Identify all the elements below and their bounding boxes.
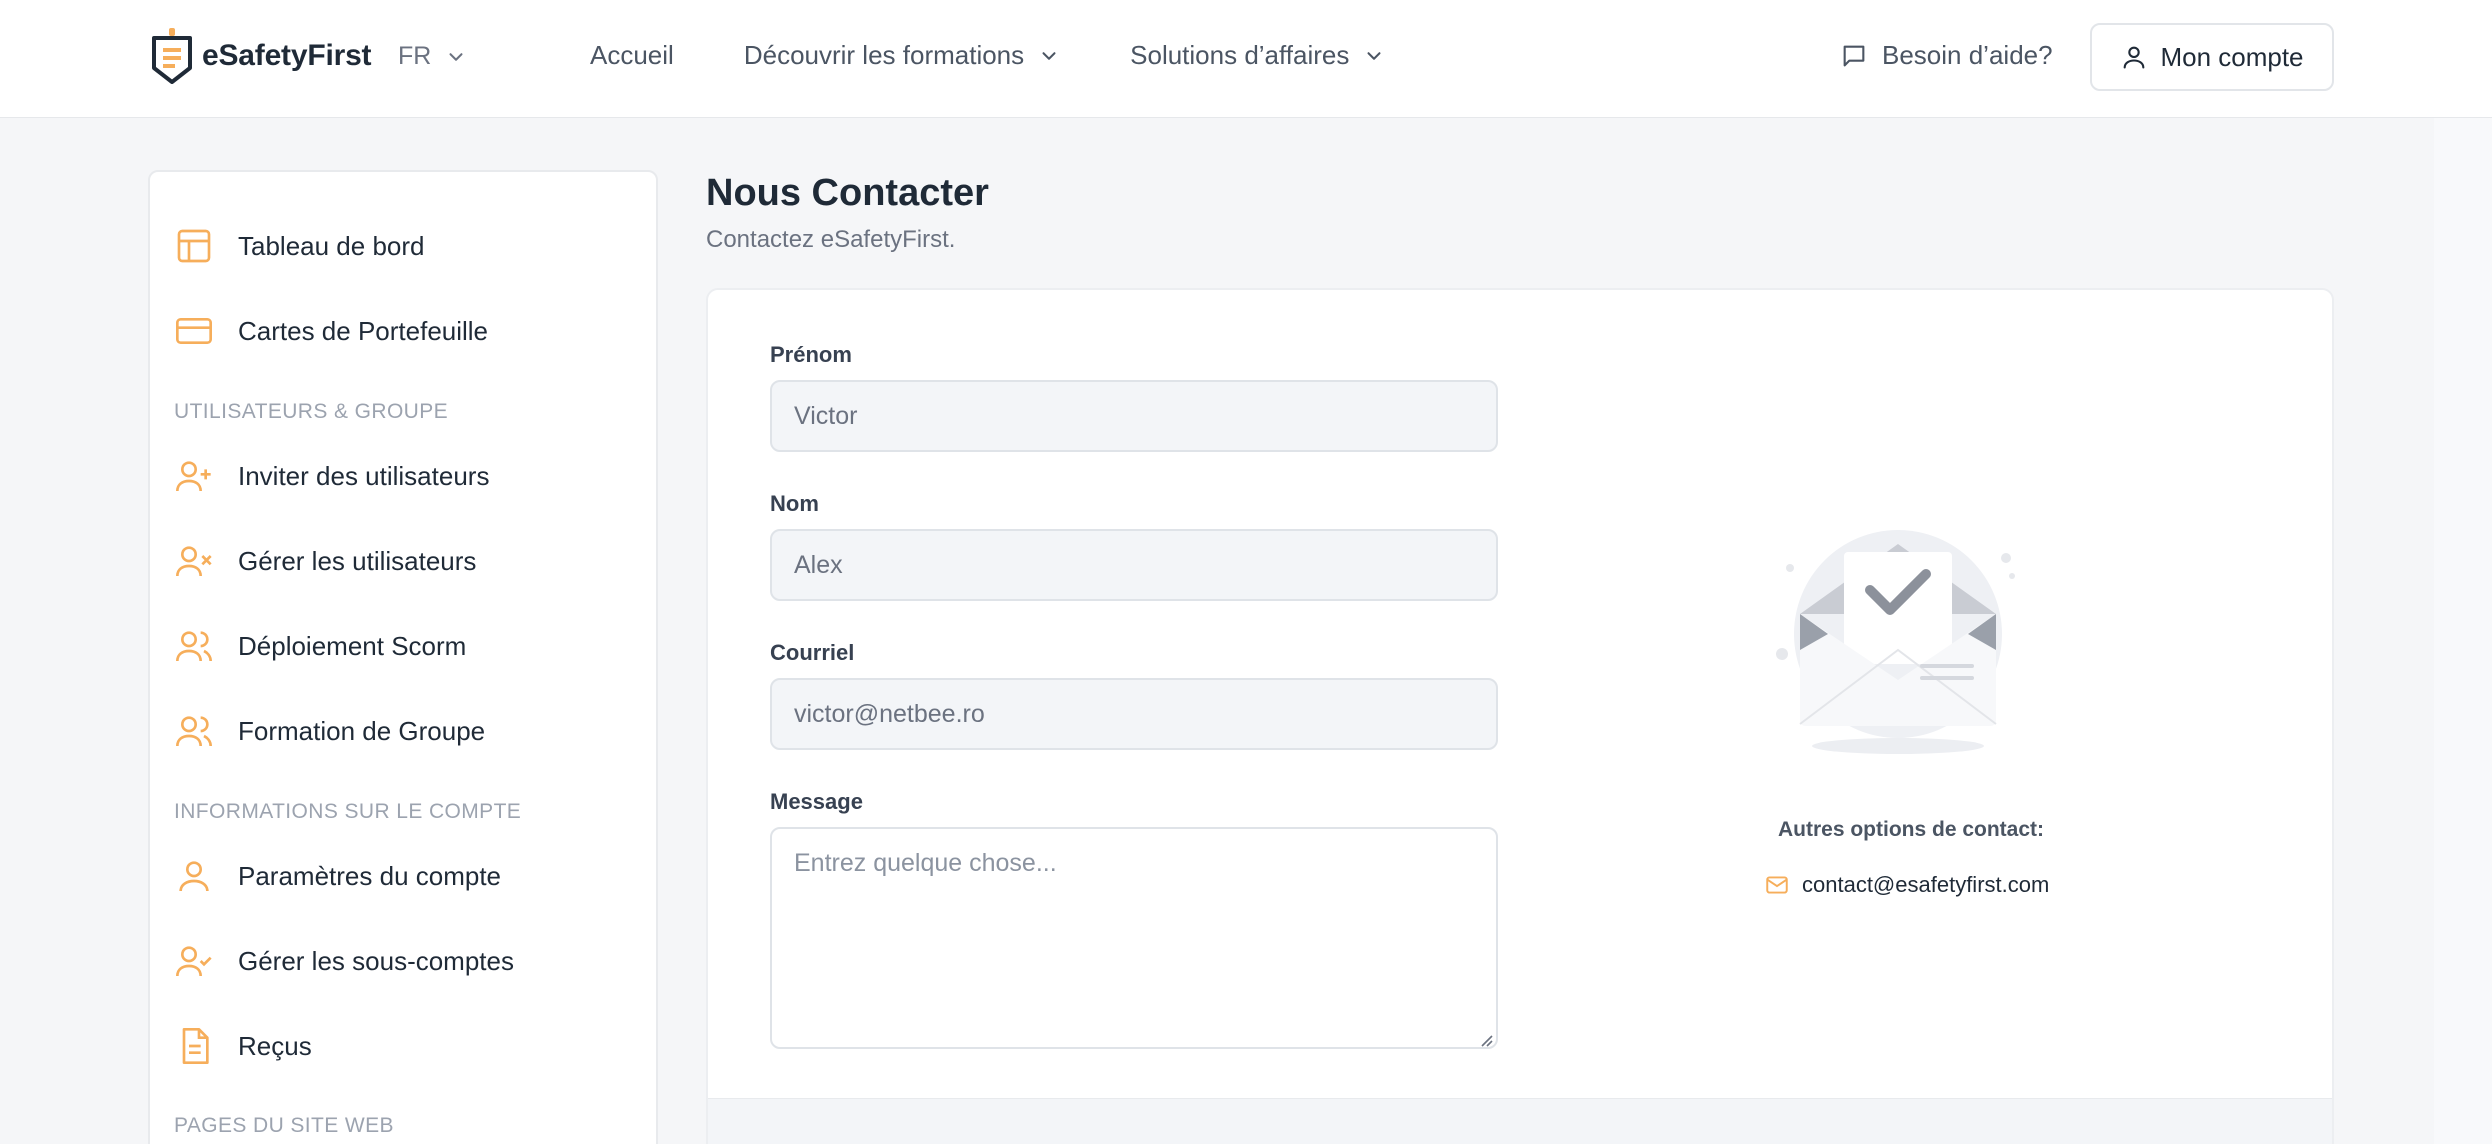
page-subtitle: Contactez eSafetyFirst.: [706, 226, 956, 253]
envelope-check-illustration: [1776, 530, 2015, 754]
top-header: eSafetyFirst FR Accueil Découvrir les fo…: [0, 0, 2492, 118]
sidebar-item-label: Paramètres du compte: [238, 860, 502, 891]
last-name-label: Nom: [770, 491, 819, 516]
email-label: Courriel: [770, 640, 855, 665]
sidebar-item-group-training[interactable]: Formation de Groupe: [174, 711, 485, 751]
brand-name: eSafetyFirst: [202, 39, 372, 72]
sidebar-item-manage-users[interactable]: Gérer les utilisateurs: [174, 541, 476, 581]
sidebar-item-account-settings[interactable]: Paramètres du compte: [174, 856, 501, 896]
document-icon: [182, 1028, 209, 1064]
sidebar-item-receipts[interactable]: Reçus: [174, 1026, 312, 1066]
sidebar-item-label: Inviter des utilisateurs: [238, 460, 490, 491]
sidebar: Tableau de bord Cartes de Portefeuille U…: [148, 170, 658, 1144]
nav-business-solutions[interactable]: Solutions d’affaires: [1130, 40, 1385, 71]
brand-logo[interactable]: eSafetyFirst: [150, 28, 372, 84]
message-label: Message: [770, 789, 863, 814]
sidebar-item-label: Cartes de Portefeuille: [238, 315, 489, 346]
shield-logo-icon: [152, 28, 192, 84]
last-name-input[interactable]: [770, 529, 1498, 601]
sidebar-item-wallet-cards[interactable]: Cartes de Portefeuille: [174, 311, 488, 351]
main-nav: Accueil Découvrir les formations Solutio…: [590, 40, 1455, 71]
first-name-input[interactable]: [770, 380, 1498, 452]
page-right-gutter: [2434, 118, 2492, 1144]
form-footer: [708, 1098, 2332, 1144]
nav-business-label: Solutions d’affaires: [1130, 40, 1350, 70]
nav-trainings[interactable]: Découvrir les formations: [744, 40, 1060, 71]
sidebar-item-scorm-deployment[interactable]: Déploiement Scorm: [174, 626, 466, 666]
sidebar-item-label: Reçus: [238, 1030, 312, 1061]
resize-handle-icon[interactable]: [1476, 1030, 1494, 1048]
sidebar-item-dashboard[interactable]: Tableau de bord: [174, 226, 424, 266]
sidebar-section-users: UTILISATEURS & GROUPE: [174, 400, 449, 423]
sidebar-section-website-pages: PAGES DU SITE WEB: [174, 1114, 394, 1137]
contact-form-card: Prénom Nom Courriel Message Autres optio…: [706, 288, 2334, 1144]
user-icon: [179, 861, 209, 892]
language-label: FR: [398, 42, 432, 70]
user-icon: [2124, 46, 2145, 69]
help-link[interactable]: Besoin d’aide?: [1840, 40, 2053, 71]
user-x-icon: [176, 546, 212, 577]
account-label: Mon compte: [2160, 41, 2304, 72]
other-contact-options-heading: Autres options de contact:: [1778, 818, 2045, 841]
language-selector[interactable]: FR: [398, 42, 467, 71]
nav-home-label: Accueil: [590, 40, 674, 70]
sidebar-item-label: Gérer les sous-comptes: [238, 945, 514, 976]
sidebar-item-invite-users[interactable]: Inviter des utilisateurs: [174, 456, 489, 496]
contact-email-link[interactable]: contact@esafetyfirst.com: [1764, 872, 2049, 898]
help-label: Besoin d’aide?: [1882, 40, 2053, 70]
sidebar-item-manage-subaccounts[interactable]: Gérer les sous-comptes: [174, 941, 514, 981]
nav-home[interactable]: Accueil: [590, 40, 674, 71]
credit-card-icon: [176, 318, 212, 344]
sidebar-item-label: Formation de Groupe: [238, 715, 486, 746]
first-name-label: Prénom: [770, 342, 852, 367]
sidebar-section-account-info: INFORMATIONS SUR LE COMPTE: [174, 800, 522, 823]
page-title: Nous Contacter: [706, 172, 989, 214]
mail-icon: [1766, 876, 1788, 894]
nav-trainings-label: Découvrir les formations: [743, 40, 1025, 70]
sidebar-item-label: Tableau de bord: [238, 230, 425, 261]
user-plus-icon: [176, 461, 211, 492]
layout-icon: [177, 229, 211, 263]
account-button[interactable]: Mon compte: [2090, 23, 2334, 91]
chevron-down-icon: [1042, 51, 1056, 60]
contact-email-label: contact@esafetyfirst.com: [1802, 872, 2050, 897]
chat-bubble-icon: [1843, 45, 1865, 66]
message-textarea[interactable]: [770, 827, 1498, 1049]
email-input[interactable]: [770, 678, 1498, 750]
chevron-down-icon: [449, 52, 463, 61]
sidebar-item-label: Gérer les utilisateurs: [238, 545, 477, 576]
users-icon: [176, 631, 212, 662]
sidebar-item-label: Déploiement Scorm: [238, 630, 467, 661]
users-icon: [176, 716, 212, 747]
user-check-icon: [176, 946, 212, 977]
chevron-down-icon: [1367, 51, 1381, 60]
